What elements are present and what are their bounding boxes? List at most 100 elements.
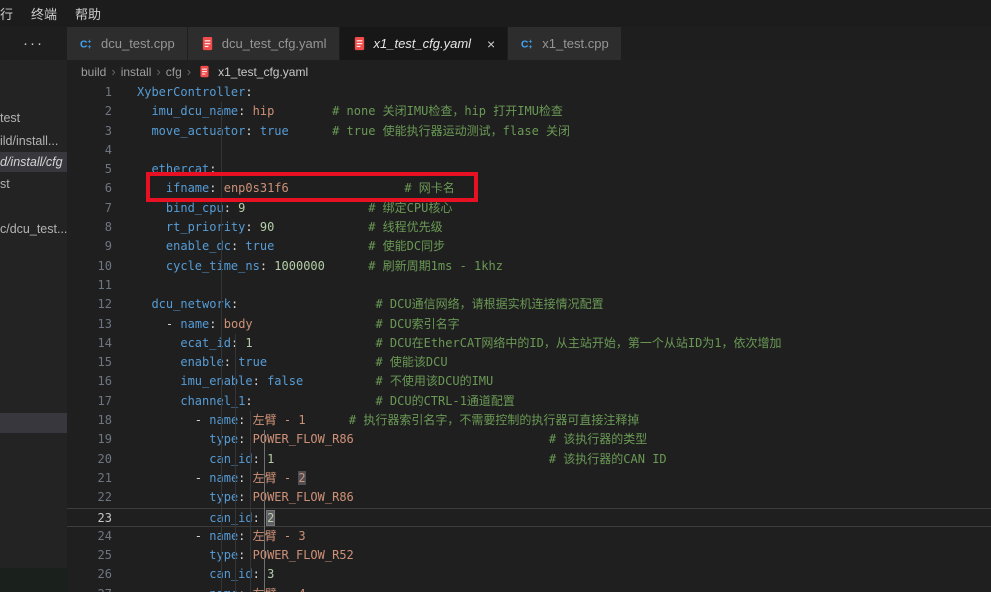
sidebar-item[interactable]: test: [0, 108, 67, 128]
tab-overflow-button[interactable]: ···: [0, 27, 67, 60]
code-line[interactable]: 7 bind_cpu: 9 # 绑定CPU核心: [67, 199, 991, 218]
tab-x1-test-cfg-yaml[interactable]: x1_test_cfg.yaml ×: [340, 27, 509, 60]
panel-fragment: [0, 568, 67, 592]
code-line[interactable]: 13 - name: body # DCU索引名字: [67, 315, 991, 334]
sidebar-item-selected[interactable]: d/install/cfg: [0, 152, 67, 172]
tab-dcu-test-cfg-yaml[interactable]: dcu_test_cfg.yaml: [188, 27, 340, 60]
code-line[interactable]: 1XyberController:: [67, 83, 991, 102]
code-line[interactable]: 20 can_id: 1 # 该执行器的CAN ID: [67, 450, 991, 469]
code-text: - name: 左臂 - 3: [137, 527, 306, 546]
code-line[interactable]: 22 type: POWER_FLOW_R86: [67, 488, 991, 507]
code-line[interactable]: 11: [67, 276, 991, 295]
line-number: 9: [67, 237, 112, 256]
code-line[interactable]: 25 type: POWER_FLOW_R52: [67, 546, 991, 565]
sidebar-item[interactable]: ild/install...: [0, 131, 67, 151]
tab-label: dcu_test_cfg.yaml: [222, 36, 327, 51]
tab-dcu-test-cpp[interactable]: C + + dcu_test.cpp: [67, 27, 188, 60]
svg-text:+: +: [529, 44, 533, 51]
menu-bar: 行 终端 帮助: [0, 0, 991, 27]
line-number: 7: [67, 199, 112, 218]
breadcrumb-segment[interactable]: build: [81, 65, 106, 79]
code-lines: 1XyberController:2 imu_dcu_name: hip # n…: [67, 83, 991, 592]
line-number: 17: [67, 392, 112, 411]
sidebar-item[interactable]: c/dcu_test...: [0, 219, 67, 239]
code-line[interactable]: 5 ethercat:: [67, 160, 991, 179]
tab-label: x1_test.cpp: [542, 36, 609, 51]
line-number: 16: [67, 372, 112, 391]
yaml-file-icon: [200, 36, 215, 51]
code-line[interactable]: 23 can_id: 2: [67, 508, 991, 527]
code-line[interactable]: 10 cycle_time_ns: 1000000 # 刷新周期1ms - 1k…: [67, 257, 991, 276]
breadcrumb-segment[interactable]: install: [121, 65, 152, 79]
breadcrumb-file[interactable]: x1_test_cfg.yaml: [218, 65, 308, 79]
code-text: enable: true # 使能该DCU: [137, 353, 448, 372]
yaml-file-icon: [352, 36, 367, 51]
line-number: 18: [67, 411, 112, 430]
code-line[interactable]: 9 enable_dc: true # 使能DC同步: [67, 237, 991, 256]
code-text: dcu_network: # DCU通信网络，请根据实机连接情况配置: [137, 295, 604, 314]
tab-bar: ··· C + + dcu_test.cpp dcu_test_cfg.yaml: [0, 27, 991, 60]
line-number: 2: [67, 102, 112, 121]
line-number: 23: [67, 509, 112, 526]
code-text: channel_1: # DCU的CTRL-1通道配置: [137, 392, 515, 411]
line-number: 12: [67, 295, 112, 314]
breadcrumb-segment[interactable]: cfg: [166, 65, 182, 79]
line-number: 5: [67, 160, 112, 179]
chevron-right-icon: ›: [111, 64, 115, 79]
breadcrumb: build › install › cfg › x1_test_cfg.yaml: [67, 60, 991, 83]
tab-x1-test-cpp[interactable]: C + + x1_test.cpp: [508, 27, 622, 60]
menu-item-terminal[interactable]: 终端: [21, 4, 67, 23]
code-line[interactable]: 17 channel_1: # DCU的CTRL-1通道配置: [67, 392, 991, 411]
line-number: 8: [67, 218, 112, 237]
line-number: 27: [67, 585, 112, 592]
menu-item-help[interactable]: 帮助: [65, 4, 111, 23]
code-line[interactable]: 21 - name: 左臂 - 2: [67, 469, 991, 488]
code-text: ifname: enp0s31f6 # 网卡名: [137, 179, 455, 198]
chevron-right-icon: ›: [187, 64, 191, 79]
code-text: move_actuator: true # true 使能执行器运动测试，fla…: [137, 122, 570, 141]
code-text: rt_priority: 90 # 线程优先级: [137, 218, 443, 237]
line-number: 13: [67, 315, 112, 334]
code-line[interactable]: 12 dcu_network: # DCU通信网络，请根据实机连接情况配置: [67, 295, 991, 314]
code-text: XyberController:: [137, 83, 253, 102]
code-text: imu_enable: false # 不使用该DCU的IMU: [137, 372, 493, 391]
code-text: cycle_time_ns: 1000000 # 刷新周期1ms - 1khz: [137, 257, 503, 276]
code-text: - name: body # DCU索引名字: [137, 315, 460, 334]
close-icon[interactable]: ×: [487, 37, 495, 51]
code-line[interactable]: 27 - name: 左臂 - 4: [67, 585, 991, 592]
code-text: imu_dcu_name: hip # none 关闭IMU检查，hip 打开I…: [137, 102, 563, 121]
code-line[interactable]: 18 - name: 左臂 - 1 # 执行器索引名字，不需要控制的执行器可直接…: [67, 411, 991, 430]
code-line[interactable]: 6 ifname: enp0s31f6 # 网卡名: [67, 179, 991, 198]
code-text: type: POWER_FLOW_R86: [137, 488, 354, 507]
code-line[interactable]: 24 - name: 左臂 - 3: [67, 527, 991, 546]
code-text: ecat_id: 1 # DCU在EtherCAT网络中的ID，从主站开始，第一…: [137, 334, 782, 353]
sidebar-item[interactable]: st: [0, 174, 67, 194]
menu-item-run[interactable]: 行: [0, 4, 23, 23]
line-number: 24: [67, 527, 112, 546]
code-line[interactable]: 15 enable: true # 使能该DCU: [67, 353, 991, 372]
line-number: 11: [67, 276, 112, 295]
code-text: can_id: 2: [137, 509, 274, 526]
sidebar-selection-band[interactable]: [0, 413, 67, 433]
line-number: 26: [67, 565, 112, 584]
code-text: type: POWER_FLOW_R86 # 该执行器的类型: [137, 430, 647, 449]
line-number: 10: [67, 257, 112, 276]
code-line[interactable]: 3 move_actuator: true # true 使能执行器运动测试，f…: [67, 122, 991, 141]
code-line[interactable]: 16 imu_enable: false # 不使用该DCU的IMU: [67, 372, 991, 391]
line-number: 25: [67, 546, 112, 565]
code-line[interactable]: 19 type: POWER_FLOW_R86 # 该执行器的类型: [67, 430, 991, 449]
code-line[interactable]: 8 rt_priority: 90 # 线程优先级: [67, 218, 991, 237]
code-line[interactable]: 26 can_id: 3: [67, 565, 991, 584]
line-number: 4: [67, 141, 112, 160]
tab-label: x1_test_cfg.yaml: [374, 36, 472, 51]
code-editor[interactable]: 1XyberController:2 imu_dcu_name: hip # n…: [67, 83, 991, 592]
code-line[interactable]: 2 imu_dcu_name: hip # none 关闭IMU检查，hip 打…: [67, 102, 991, 121]
code-text: enable_dc: true # 使能DC同步: [137, 237, 445, 256]
code-line[interactable]: 4: [67, 141, 991, 160]
line-number: 14: [67, 334, 112, 353]
code-text: - name: 左臂 - 4: [137, 585, 306, 592]
code-line[interactable]: 14 ecat_id: 1 # DCU在EtherCAT网络中的ID，从主站开始…: [67, 334, 991, 353]
line-number: 19: [67, 430, 112, 449]
yaml-file-icon: [198, 65, 211, 78]
line-number: 22: [67, 488, 112, 507]
